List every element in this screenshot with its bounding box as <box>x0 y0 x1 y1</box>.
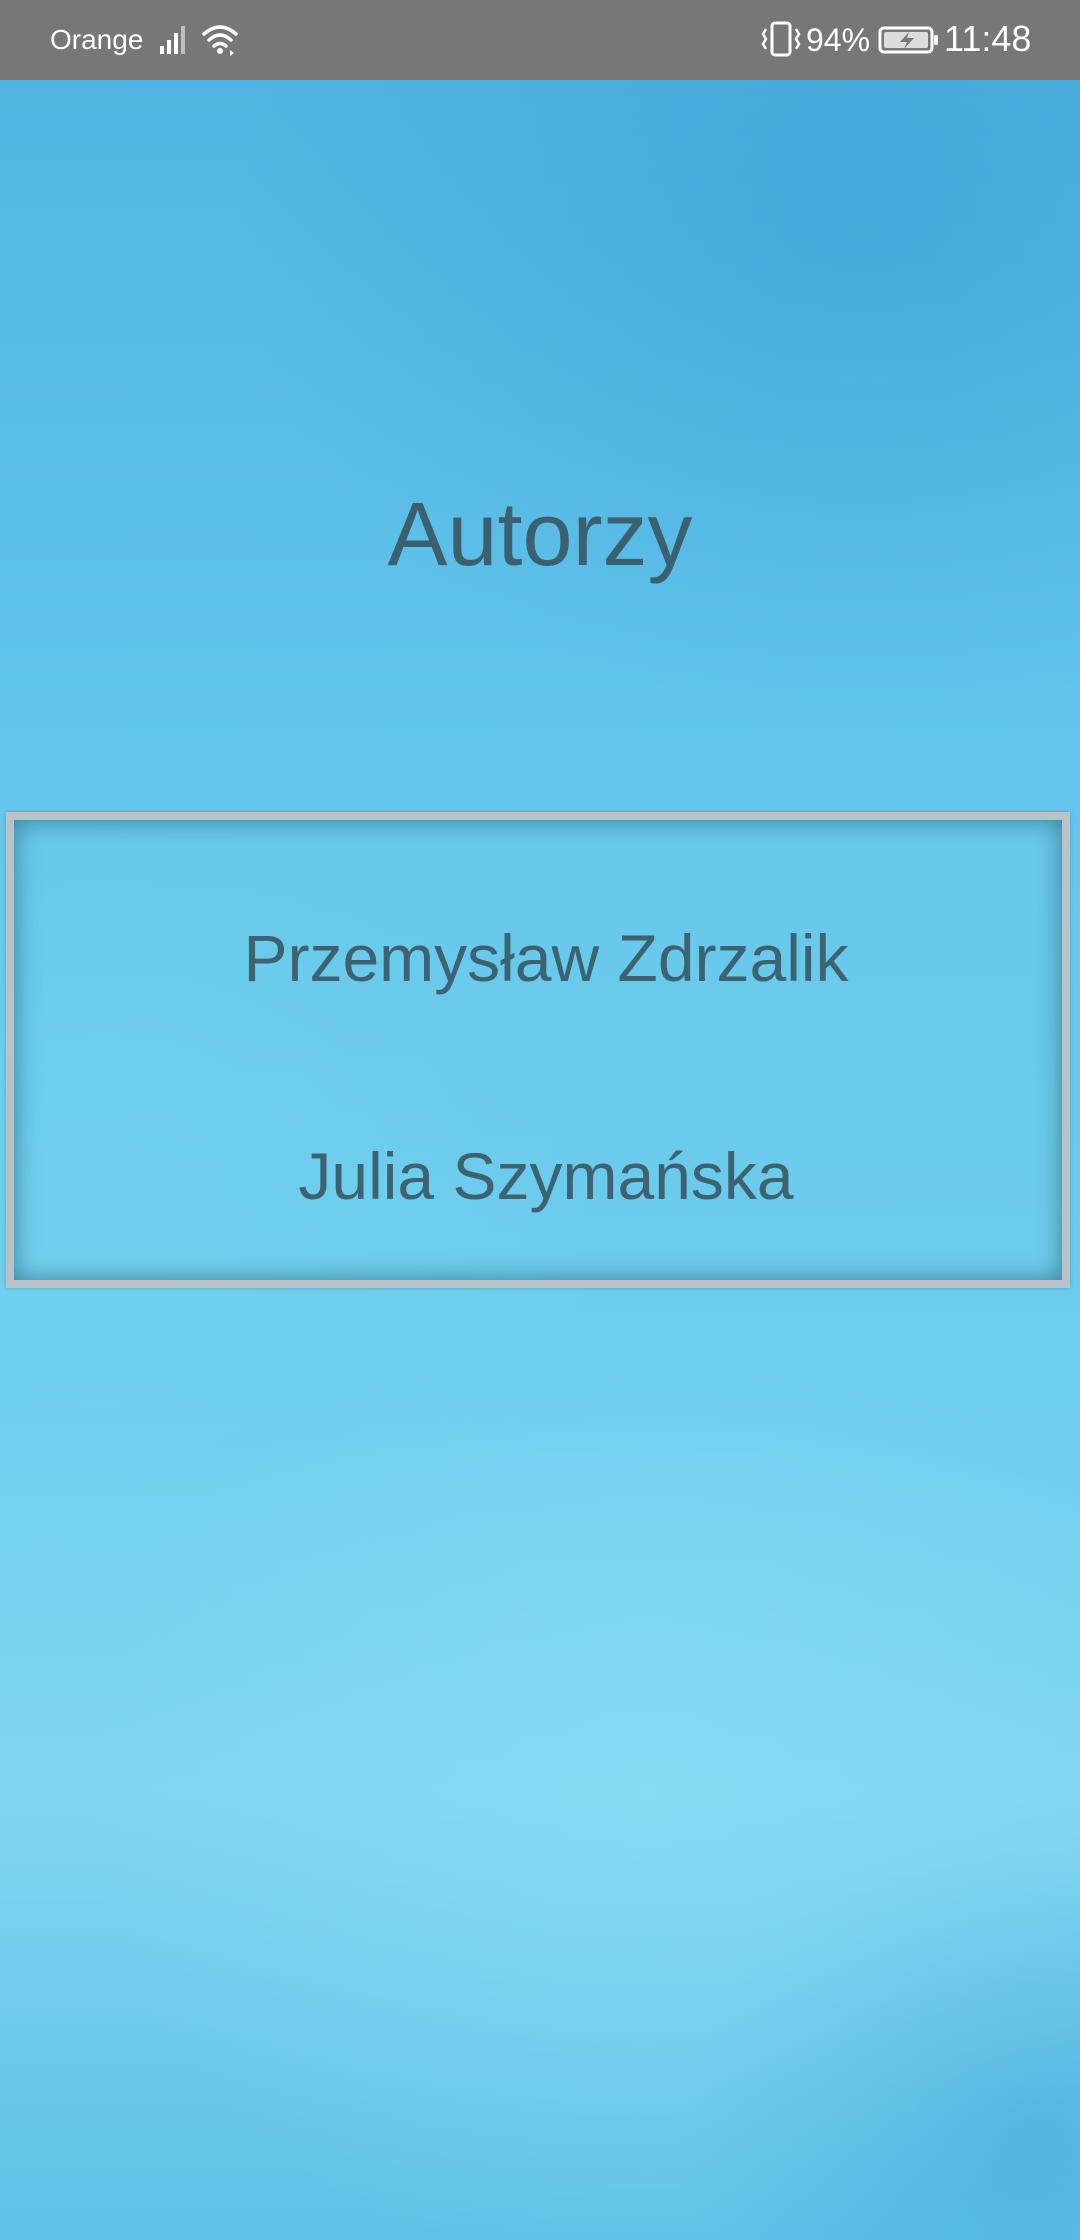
wifi-icon <box>202 25 238 56</box>
status-bar: Orange 94% 11:48 <box>0 0 1080 80</box>
clock: 11:48 <box>944 18 1032 59</box>
page-title: Autorzy <box>387 485 693 585</box>
signal-icon <box>160 26 185 54</box>
app-screen: Orange 94% 11:48 Autorzy Przemysław Zdrz… <box>0 0 1080 2240</box>
vibrate-icon <box>761 21 801 57</box>
carrier-label: Orange <box>50 24 144 55</box>
author-name: Julia Szymańska <box>298 1139 794 1213</box>
battery-charging-icon <box>878 26 938 54</box>
battery-percent: 94% <box>806 22 871 58</box>
authors-panel: Przemysław Zdrzalik Julia Szymańska <box>6 812 1070 1288</box>
author-name: Przemysław Zdrzalik <box>243 921 849 995</box>
